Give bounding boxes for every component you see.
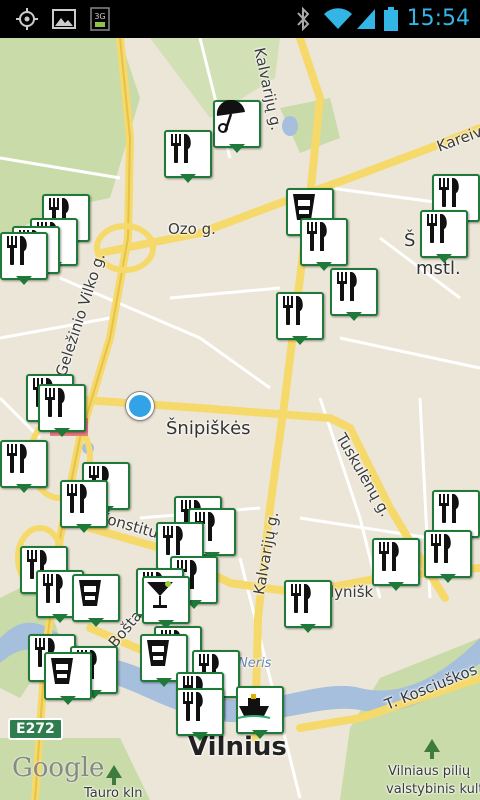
restaurant-marker[interactable] — [0, 232, 48, 286]
signal-icon — [354, 0, 378, 38]
bluetooth-icon — [292, 0, 314, 38]
beach-marker[interactable] — [213, 100, 261, 154]
place-label-tauro: Tauro kln — [84, 786, 143, 800]
restaurant-marker[interactable] — [372, 538, 420, 592]
restaurant-marker[interactable] — [424, 530, 472, 584]
restaurant-marker[interactable] — [176, 688, 224, 742]
restaurant-marker[interactable] — [38, 384, 86, 438]
restaurant-marker[interactable] — [300, 218, 348, 272]
cocktail-marker[interactable] — [142, 576, 190, 630]
image-icon — [50, 0, 78, 38]
battery-icon — [380, 0, 402, 38]
restaurant-marker[interactable] — [276, 292, 324, 346]
district-label-s-top: Š — [404, 230, 416, 251]
bar-marker[interactable] — [44, 652, 92, 706]
3g-icon: 3G — [88, 0, 112, 38]
map-view[interactable]: Kalvarijų g. Ozo g. Kareiv Geležinio Vil… — [0, 38, 480, 800]
restaurant-marker[interactable] — [60, 480, 108, 534]
status-clock: 15:54 — [406, 6, 470, 31]
restaurant-marker[interactable] — [164, 130, 212, 184]
restaurant-marker[interactable] — [0, 440, 48, 494]
place-label-castle-line2: valstybinis kultū — [386, 782, 480, 797]
street-label-lyniski: lynišk — [330, 583, 374, 601]
restaurant-marker[interactable] — [330, 268, 378, 322]
svg-text:3G: 3G — [94, 12, 105, 21]
google-attribution: Google — [12, 753, 105, 783]
ship-marker[interactable] — [236, 686, 284, 740]
district-label-snipiskes: Šnipiškės — [166, 418, 251, 439]
river-label-neris: Neris — [238, 656, 272, 671]
street-label-ozo: Ozo g. — [168, 220, 216, 238]
place-label-castle-line1: Vilniaus pilių — [388, 764, 471, 779]
gps-icon — [12, 0, 42, 38]
highway-badge: E272 — [8, 718, 63, 740]
bar-marker[interactable] — [72, 574, 120, 628]
restaurant-marker[interactable] — [420, 210, 468, 264]
current-location-marker[interactable] — [126, 392, 154, 420]
status-bar: 3G 15:54 — [0, 0, 480, 38]
restaurant-marker[interactable] — [284, 580, 332, 634]
wifi-icon — [322, 0, 354, 38]
